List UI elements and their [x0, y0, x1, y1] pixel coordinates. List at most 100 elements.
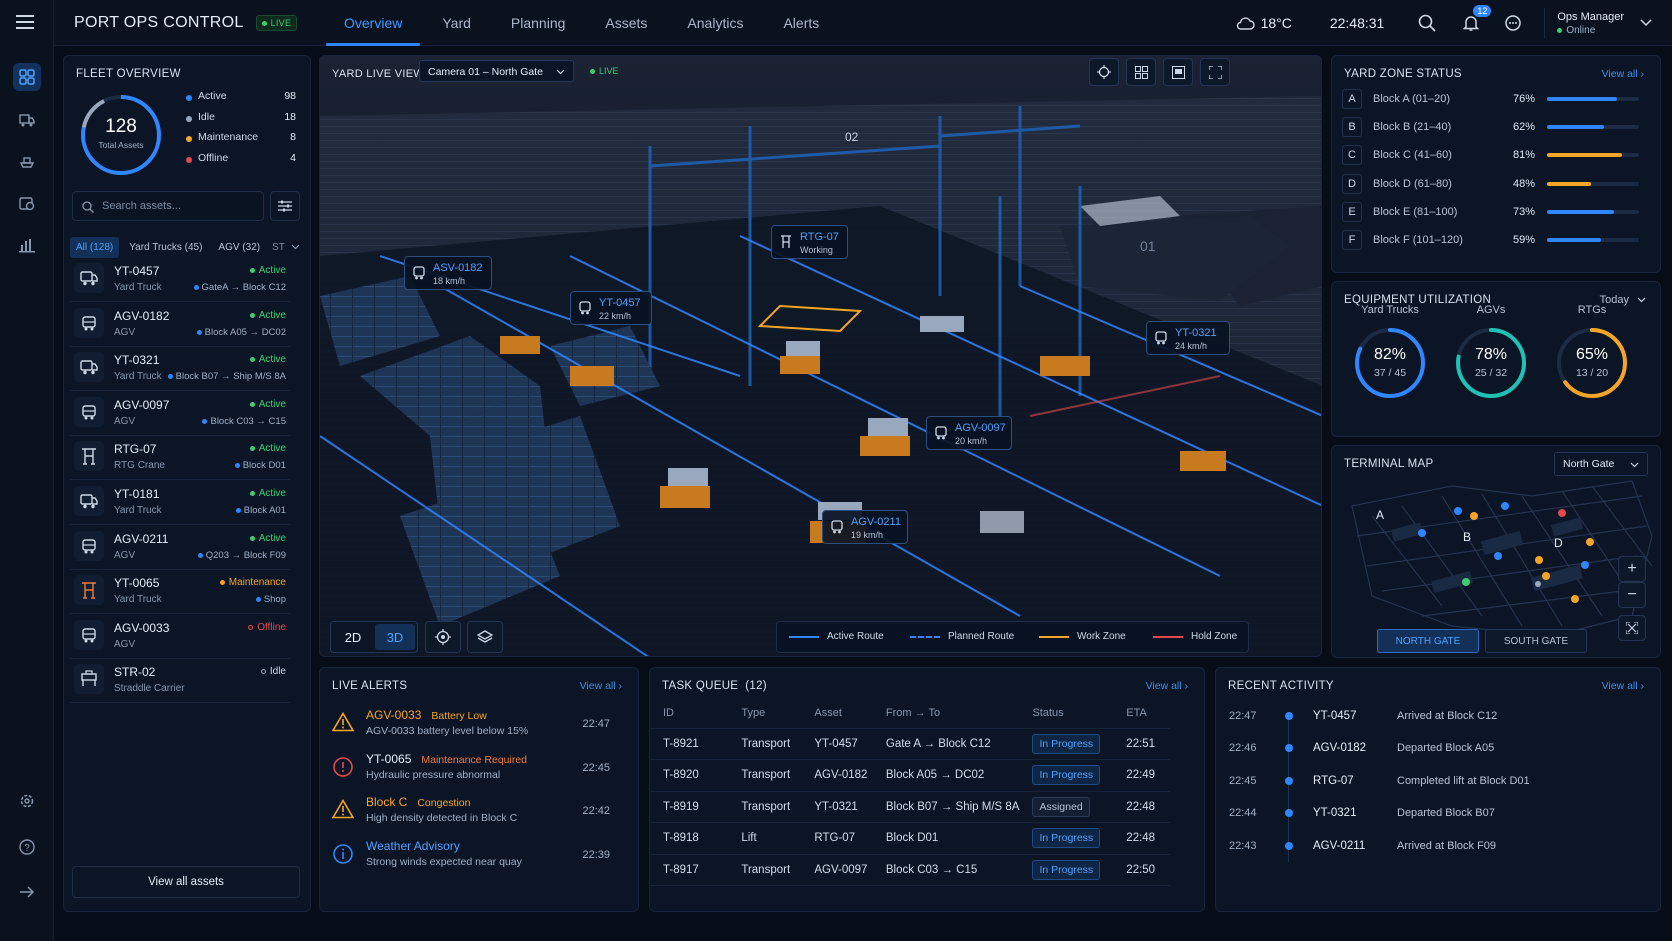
tab-analytics[interactable]: Analytics [667, 0, 763, 46]
truck-icon[interactable] [13, 106, 41, 134]
asset-search[interactable]: Search assets... [72, 191, 264, 221]
chevron-down-icon[interactable] [291, 244, 300, 250]
activity-item[interactable]: 22:43 AGV-0211 Arrived at Block F09 [1229, 831, 1629, 863]
alert-item[interactable]: AGV-0033 Battery Low AGV-0033 battery leve… [330, 702, 620, 746]
activity-view-all-link[interactable]: View all › [1602, 680, 1644, 692]
chat-icon[interactable] [1504, 14, 1522, 32]
bell-icon[interactable]: 12 [1462, 5, 1492, 32]
agv-icon [74, 530, 104, 561]
callout-rtg-07[interactable]: RTG-07 Working [771, 225, 848, 259]
zone-row[interactable]: C Block C (41–60) 81% [1342, 142, 1639, 168]
filter-all[interactable]: All (128) [70, 236, 120, 258]
activity-item[interactable]: 22:46 AGV-0182 Departed Block A05 [1229, 733, 1629, 765]
task-cell: Block B07 → Ship M/S 8A [872, 791, 1020, 823]
asset-type: Yard Truck [114, 371, 162, 383]
asset-row[interactable]: YT-0065 Yard Truck Maintenance Shop [70, 568, 290, 615]
asset-row[interactable]: AGV-0211 AGV Active Q203 → Block F09 [70, 524, 290, 570]
asset-row[interactable]: AGV-0182 AGV Active Block A05 → DC02 [70, 301, 290, 347]
table-row[interactable]: T-8919 Transport YT-0321 Block B07 → Ship M… [650, 791, 1170, 823]
chevron-down-icon[interactable] [1640, 16, 1652, 30]
ship-icon[interactable] [13, 148, 41, 176]
alert-item[interactable]: Weather Advisory Strong winds expected ne… [330, 833, 620, 877]
grid-view-button[interactable] [1126, 58, 1156, 86]
alert-item[interactable]: Block C Congestion High density detected i… [330, 789, 620, 833]
fit-map-button[interactable] [1618, 615, 1646, 641]
live-badge-label: LIVE [270, 18, 292, 28]
asset-row[interactable]: AGV-0033 AGV Offline [70, 613, 290, 659]
settings-icon[interactable] [13, 787, 41, 815]
callout-yt-0321[interactable]: YT-0321 24 km/h [1146, 321, 1230, 355]
view-all-assets-button[interactable]: View all assets [72, 866, 300, 898]
table-row[interactable]: T-8917 Transport AGV-0097 Block C03 → C15 In… [650, 854, 1170, 886]
tab-yard[interactable]: Yard [422, 0, 491, 46]
filter-agv[interactable]: AGV (32) [212, 237, 266, 258]
task-cell: T-8917 [650, 854, 729, 886]
asset-row[interactable]: RTG-07 RTG Crane Active Block D01 [70, 434, 290, 481]
user-menu[interactable]: Ops Manager Online [1557, 11, 1624, 36]
zone-row[interactable]: E Block E (81–100) 73% [1342, 199, 1639, 225]
legend-swatch-1 [910, 636, 940, 638]
menu-icon[interactable] [11, 8, 39, 36]
alerts-view-all-link[interactable]: View all › [580, 680, 622, 692]
legend-dot-0 [186, 95, 192, 101]
fullscreen-button[interactable] [1200, 58, 1230, 86]
activity-view-all-label: View all [1601, 680, 1638, 692]
camera-select[interactable]: Camera 01 – North Gate [419, 60, 574, 82]
view-2d-button[interactable]: 2D [333, 624, 373, 650]
asset-row[interactable]: STR-02 Straddle Carrier Idle [70, 657, 290, 704]
tab-alerts[interactable]: Alerts [763, 0, 839, 46]
collapse-arrow-icon[interactable] [13, 878, 41, 906]
zone-row[interactable]: D Block D (61–80) 48% [1342, 171, 1639, 197]
callout-agv-0211[interactable]: AGV-0211 19 km/h [822, 510, 908, 544]
table-row[interactable]: T-8918 Lift RTG-07 Block D01 In Progress 22:4… [650, 822, 1170, 855]
asset-row[interactable]: YT-0181 Yard Truck Active Block A01 [70, 479, 290, 525]
asset-status-label: Active [258, 309, 286, 321]
recenter-button[interactable] [425, 621, 461, 653]
tasks-view-all-link[interactable]: View all › [1146, 680, 1188, 692]
schedule-icon[interactable] [13, 189, 41, 217]
status-dot [249, 401, 255, 407]
asset-row[interactable]: AGV-0097 AGV Active Block C03 → C15 [70, 390, 290, 436]
filter-more[interactable]: ST [270, 237, 287, 258]
table-row[interactable]: T-8921 Transport YT-0457 Gate A → Block C12… [650, 728, 1170, 760]
agv-icon [831, 520, 843, 534]
tab-overview[interactable]: Overview [324, 0, 422, 46]
filter-yard-trucks[interactable]: Yard Trucks (45) [123, 237, 208, 258]
yard-live-view-panel: 01 02 YARD LIVE VIEW Camera 01 – North G… [319, 55, 1322, 657]
callout-sub: 24 km/h [1175, 341, 1208, 351]
asset-row[interactable]: YT-0457 Yard Truck Active GateA → Block C12 [70, 256, 290, 302]
layout-button[interactable] [1163, 58, 1193, 86]
zone-view-all-link[interactable]: View all › [1602, 68, 1644, 80]
zone-row[interactable]: B Block B (21–40) 62% [1342, 114, 1639, 140]
locate-button[interactable] [1089, 58, 1119, 86]
asset-row[interactable]: YT-0321 Yard Truck Active Block B07 → Ship … [70, 345, 290, 392]
callout-agv-0097[interactable]: AGV-0097 20 km/h [926, 416, 1012, 450]
zoom-out-button[interactable]: − [1618, 582, 1646, 608]
south-gate-button[interactable]: SOUTH GATE [1485, 629, 1587, 653]
activity-item[interactable]: 22:44 YT-0321 Departed Block B07 [1229, 798, 1629, 830]
tab-assets[interactable]: Assets [585, 0, 667, 46]
legend-label: Hold Zone [1191, 631, 1238, 642]
layers-button[interactable] [467, 621, 503, 653]
gate-select[interactable]: North Gate [1554, 452, 1648, 476]
status-dot [249, 357, 255, 363]
filter-button[interactable] [270, 191, 300, 221]
alert-item[interactable]: YT-0065 Maintenance Required Hydraulic pre… [330, 746, 620, 790]
analytics-icon[interactable] [13, 231, 41, 259]
view-3d-button[interactable]: 3D [375, 624, 415, 650]
zoom-in-button[interactable]: + [1618, 556, 1646, 582]
zone-row[interactable]: F Block F (101–120) 59% [1342, 227, 1639, 253]
zone-row[interactable]: A Block A (01–20) 76% [1342, 86, 1639, 112]
callout-yt-0457[interactable]: YT-0457 22 km/h [570, 291, 652, 325]
tab-planning[interactable]: Planning [491, 0, 586, 46]
activity-item[interactable]: 22:45 RTG-07 Completed lift at Block D01 [1229, 766, 1629, 798]
svg-text:02: 02 [845, 130, 859, 144]
table-row[interactable]: T-8920 Transport AGV-0182 Block A05 → DC02 I… [650, 759, 1170, 792]
help-icon[interactable]: ? [13, 833, 41, 861]
search-icon[interactable] [1418, 14, 1436, 32]
north-gate-button[interactable]: NORTH GATE [1377, 629, 1479, 653]
activity-item[interactable]: 22:47 YT-0457 Arrived at Block C12 [1229, 701, 1629, 733]
asset-type: AGV [114, 415, 136, 427]
callout-asv-0182[interactable]: ASV-0182 18 km/h [404, 256, 492, 290]
dashboard-icon[interactable] [13, 63, 41, 91]
